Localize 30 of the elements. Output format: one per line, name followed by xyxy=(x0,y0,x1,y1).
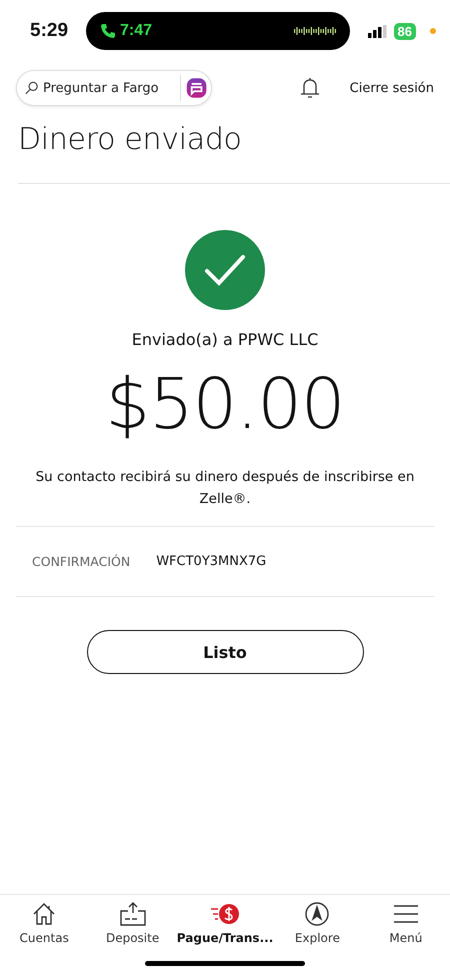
nav-tab[interactable]: Explore xyxy=(273,901,362,945)
audio-wave-icon xyxy=(294,27,336,35)
recipient-text: Enviado(a) a PPWC LLC xyxy=(132,330,318,349)
notification-bell-icon[interactable] xyxy=(300,76,320,100)
nav-tab[interactable]: Pague/Trans... xyxy=(176,901,274,945)
money-transfer-icon xyxy=(209,901,242,927)
phone-icon xyxy=(100,23,116,39)
amount-text: $50.00 xyxy=(106,363,344,445)
nav-tab[interactable]: Deposite xyxy=(88,901,177,945)
success-check-icon xyxy=(185,230,265,310)
logout-link[interactable]: Cierre sesión xyxy=(350,80,434,96)
confirmation-label: CONFIRMACIÓN xyxy=(32,554,130,570)
signal-icon xyxy=(368,24,388,38)
page-title: Dinero enviado xyxy=(18,122,450,184)
done-button[interactable]: Listo xyxy=(86,630,364,674)
search-input[interactable]: Preguntar a Fargo xyxy=(43,80,176,96)
status-time: 5:29 xyxy=(30,20,68,42)
privacy-dot xyxy=(430,28,436,34)
chat-logo-icon[interactable] xyxy=(186,75,207,101)
nav-tab[interactable]: Cuentas xyxy=(0,901,88,945)
info-message: Su contacto recibirá su dinero después de inscribirse en Zelle®. xyxy=(35,468,415,509)
nav-tab[interactable]: Menú xyxy=(362,901,450,945)
search-bar[interactable]: Preguntar a Fargo xyxy=(16,70,212,106)
compass-icon xyxy=(304,901,330,927)
call-indicator[interactable]: 7:47 xyxy=(86,12,350,50)
search-icon xyxy=(25,80,38,96)
call-duration: 7:47 xyxy=(120,22,152,40)
confirmation-code: WFCT0Y3MNX7G xyxy=(156,554,266,570)
deposit-icon xyxy=(118,901,147,927)
battery-level: 86 xyxy=(394,22,416,40)
